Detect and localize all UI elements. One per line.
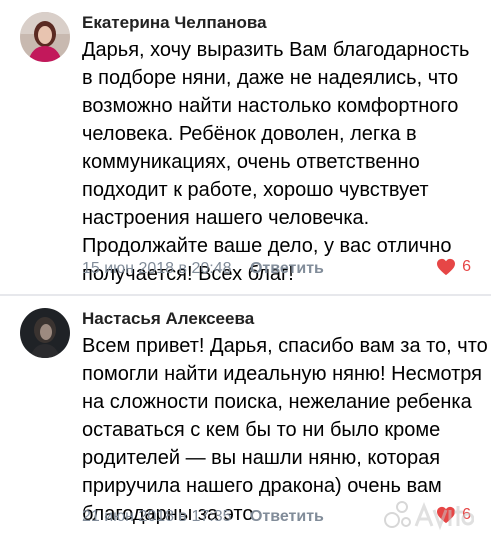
comment-text-line: в подборе няни, даже не надеялись, что	[82, 67, 459, 89]
comment: Екатерина Челпанова Дарья, хочу выразить…	[0, 0, 491, 294]
comment-text-line: Продолжайте ваше дело, у вас отлично	[82, 235, 452, 257]
comment-date[interactable]: 15 июн 2018 в 20:48	[82, 260, 231, 277]
avatar[interactable]	[20, 308, 70, 358]
comment-text-line: возможно найти настолько комфортного	[82, 95, 459, 117]
comment-text-line: коммуникациях, очень ответственно	[82, 151, 420, 173]
comment-meta: 15 июн 2018 в 20:48 Ответить	[82, 260, 324, 278]
avatar[interactable]	[20, 12, 70, 62]
comment-author[interactable]: Екатерина Челпанова	[82, 13, 267, 33]
comment-text-line: Всем привет! Дарья, спасибо вам за то, ч…	[82, 335, 488, 357]
avito-watermark-icon	[382, 498, 475, 532]
comment-meta: 21 июн 2018 в 17:35 Ответить	[82, 508, 324, 526]
reply-button[interactable]: Ответить	[250, 508, 324, 525]
like-button[interactable]: 6	[436, 258, 471, 276]
comment-text-line: настроения нашего человечка.	[82, 207, 370, 229]
comment-text-line: помогли найти идеальную няню! Несмотря	[82, 363, 483, 385]
comment-text-line: оставаться с кем бы то ни было кроме	[82, 419, 441, 441]
comment-text-line: родителей — вы нашли няню, которая	[82, 447, 441, 469]
comment-author[interactable]: Настасья Алексеева	[82, 309, 254, 329]
comment-text-line: человека. Ребёнок доволен, легка в	[82, 123, 417, 145]
comment-text: Дарья, хочу выразить Вам благодарность в…	[82, 36, 482, 288]
heart-icon	[437, 258, 456, 276]
comment-text-line: подходит к работе, хорошо чувствует	[82, 179, 429, 201]
like-count: 6	[462, 258, 471, 275]
comment-date[interactable]: 21 июн 2018 в 17:35	[82, 508, 231, 525]
comment-text-line: Дарья, хочу выразить Вам благодарность	[82, 39, 470, 61]
comment-text-line: приручила нашего дракона) очень вам	[82, 475, 442, 497]
reply-button[interactable]: Ответить	[250, 260, 324, 277]
comment-text-line: на сложности поиска, нежелание ребенка	[82, 391, 472, 413]
